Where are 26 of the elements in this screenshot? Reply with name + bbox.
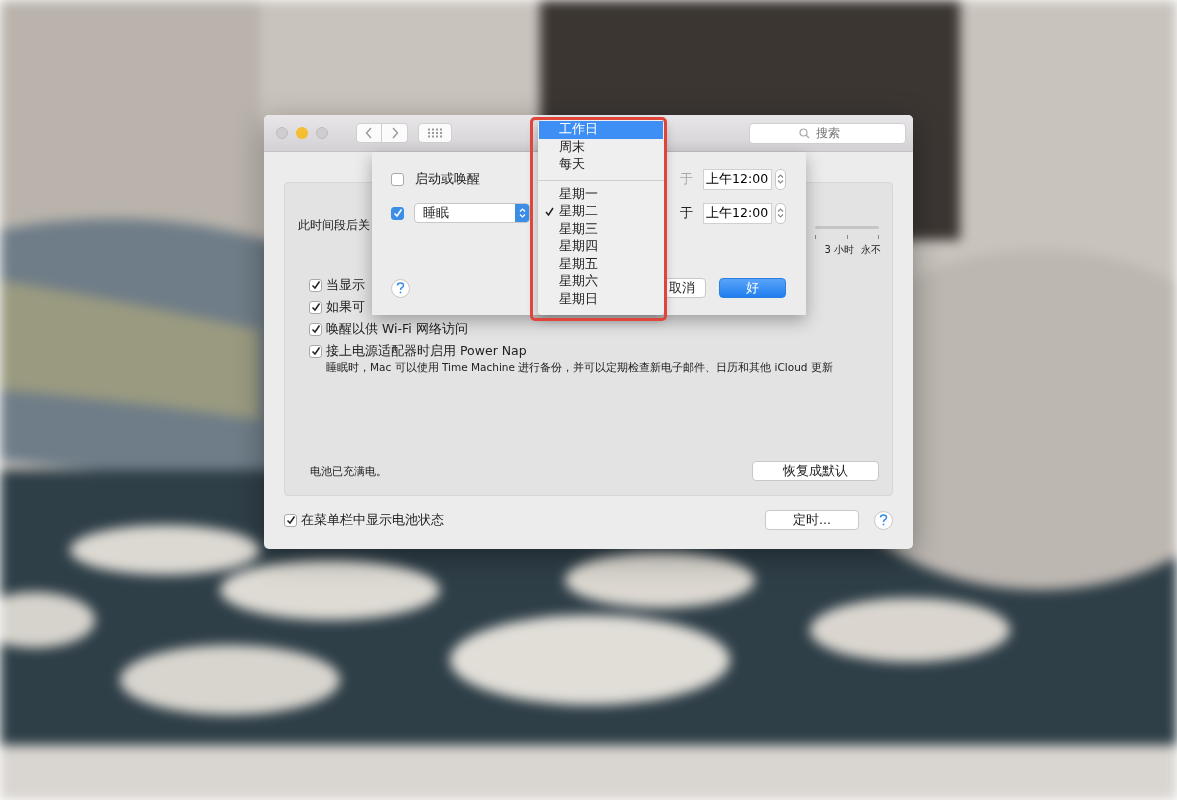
- tick-label: 永不: [861, 243, 881, 257]
- menu-item[interactable]: 星期一: [539, 185, 663, 203]
- event-label: 启动或唤醒: [414, 170, 481, 188]
- schedule-button[interactable]: 定时...: [765, 510, 859, 530]
- restore-defaults-button[interactable]: 恢复成默认: [752, 461, 879, 481]
- menu-item[interactable]: 周末: [539, 138, 663, 156]
- time-field[interactable]: 上午12:00: [703, 168, 773, 190]
- tick-label: 3 小时: [824, 243, 854, 257]
- option-label: 在菜单栏中显示电池状态: [301, 511, 444, 529]
- menu-item[interactable]: 星期五: [539, 255, 663, 273]
- search-field[interactable]: 搜索: [749, 122, 906, 144]
- option-label: 接上电源适配器时启用 Power Nap: [326, 342, 527, 360]
- option-label: 当显示: [326, 276, 365, 294]
- option-label: 如果可: [326, 298, 365, 316]
- at-label: 于: [680, 204, 693, 222]
- menu-item[interactable]: 星期二: [539, 203, 663, 221]
- description-text: 睡眠时，Mac 可以使用 Time Machine 进行备份，并可以定期检查新电子邮件、日历和其他 iCloud 更新: [325, 361, 834, 375]
- at-label: 于: [680, 170, 693, 188]
- menu-item[interactable]: 每天: [539, 156, 663, 174]
- menu-item[interactable]: 星期三: [539, 220, 663, 238]
- menu-item[interactable]: 星期四: [539, 238, 663, 256]
- battery-status-text: 电池已充满电。: [310, 463, 387, 479]
- event-popup[interactable]: 睡眠: [414, 203, 531, 223]
- slider-label: 此时间段后关: [298, 217, 370, 234]
- option-label: 唤醒以供 Wi-Fi 网络访问: [326, 320, 468, 338]
- time-field[interactable]: 上午12:00: [703, 202, 773, 224]
